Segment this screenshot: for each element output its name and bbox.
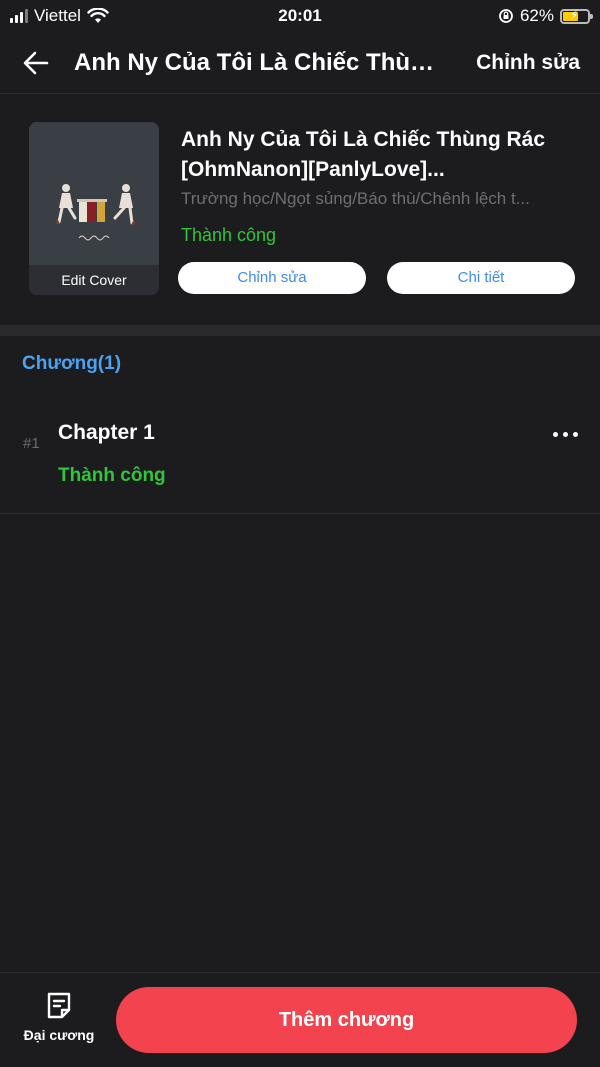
section-divider	[0, 325, 600, 336]
outline-icon	[47, 992, 71, 1019]
chapter-row[interactable]: #1 Chapter 1 Thành công	[0, 404, 600, 514]
status-left: Viettel	[10, 6, 109, 26]
chapter-status: Thành công	[58, 465, 166, 486]
book-info-section: Edit Cover Anh Ny Của Tôi Là Chiếc Thùng…	[0, 95, 600, 325]
book-title: Anh Ny Của Tôi Là Chiếc Thùng Rác [OhmNa…	[181, 125, 581, 185]
add-chapter-button[interactable]: Thêm chương	[116, 987, 577, 1053]
bottom-action-bar: Đại cương Thêm chương	[0, 972, 600, 1067]
book-title-line-2: [OhmNanon][PanlyLove]...	[181, 158, 445, 181]
book-cover[interactable]: Edit Cover	[29, 122, 159, 295]
more-icon[interactable]	[553, 426, 578, 442]
signal-icon	[10, 9, 28, 23]
top-nav-bar: Anh Ny Của Tôi Là Chiếc Thùn... Chỉnh sử…	[0, 32, 600, 94]
book-detail-button[interactable]: Chi tiết	[387, 262, 575, 294]
outline-label: Đại cương	[23, 1027, 95, 1043]
status-bar: Viettel 20:01 62% ⚡	[0, 0, 600, 32]
chapters-heading: Chương(1)	[22, 353, 122, 374]
book-tags: Trường học/Ngọt sủng/Báo thù/Chênh lệch …	[181, 189, 530, 208]
book-title-line-1: Anh Ny Của Tôi Là Chiếc Thùng Rác	[181, 128, 546, 151]
chapter-title: Chapter 1	[58, 421, 155, 444]
battery-icon: ⚡	[560, 8, 593, 24]
wifi-icon	[87, 8, 109, 23]
chapter-number: #1	[23, 435, 40, 452]
page-title: Anh Ny Của Tôi Là Chiếc Thùn...	[74, 48, 444, 76]
back-arrow-icon[interactable]	[20, 47, 52, 79]
battery-percent: 62%	[519, 6, 554, 25]
cover-illustration	[29, 122, 159, 262]
book-status: Thành công	[181, 225, 277, 245]
status-right: 62% ⚡	[498, 6, 593, 26]
rotation-lock-icon	[499, 9, 513, 23]
header-edit-button[interactable]: Chỉnh sửa	[476, 51, 580, 75]
edit-cover-label[interactable]: Edit Cover	[29, 265, 159, 295]
outline-button[interactable]: Đại cương	[14, 991, 104, 1051]
carrier-name: Viettel	[34, 6, 81, 25]
edit-book-button[interactable]: Chỉnh sửa	[178, 262, 366, 294]
